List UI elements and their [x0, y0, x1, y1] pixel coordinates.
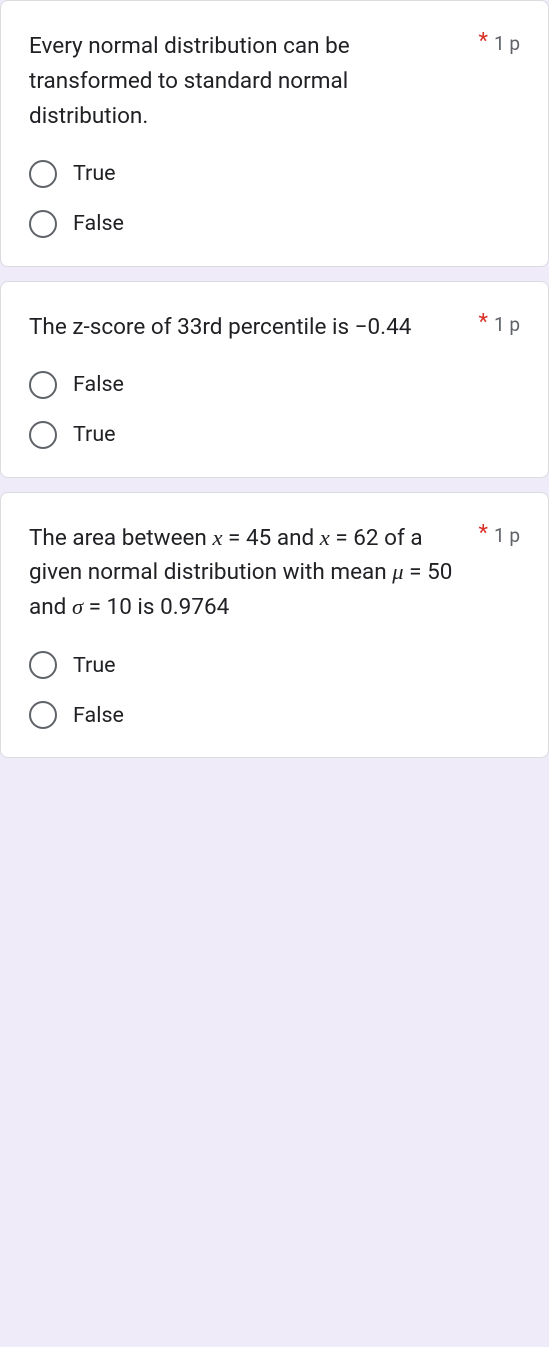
math-var: x	[320, 525, 330, 550]
options-group: False True	[29, 371, 520, 449]
points-label: 1 p	[494, 521, 520, 551]
points-label: 1 p	[494, 29, 520, 59]
radio-option-false[interactable]: False	[29, 701, 520, 729]
question-text: Every normal distribution can be transfo…	[29, 29, 472, 134]
option-label: False	[73, 211, 124, 236]
option-label: False	[73, 703, 124, 728]
radio-option-true[interactable]: True	[29, 651, 520, 679]
options-group: True False	[29, 651, 520, 729]
radio-option-false[interactable]: False	[29, 371, 520, 399]
math-var: μ	[392, 559, 403, 584]
question-card: The z-score of 33rd percentile is −0.44 …	[0, 281, 549, 478]
radio-icon	[29, 421, 57, 449]
math-var: x	[212, 525, 222, 550]
question-text: The z-score of 33rd percentile is −0.44	[29, 310, 472, 345]
question-card: The area between x = 45 and x = 62 of a …	[0, 492, 549, 759]
question-header: Every normal distribution can be transfo…	[29, 29, 520, 134]
question-card: Every normal distribution can be transfo…	[0, 0, 549, 267]
radio-option-true[interactable]: True	[29, 421, 520, 449]
option-label: False	[73, 372, 124, 397]
radio-icon	[29, 701, 57, 729]
math-var: σ	[72, 594, 83, 619]
radio-icon	[29, 651, 57, 679]
radio-option-true[interactable]: True	[29, 160, 520, 188]
radio-icon	[29, 210, 57, 238]
required-marker: *	[478, 310, 487, 335]
points-label: 1 p	[494, 310, 520, 340]
option-label: True	[73, 422, 116, 447]
question-header: The z-score of 33rd percentile is −0.44 …	[29, 310, 520, 345]
option-label: True	[73, 653, 116, 678]
radio-icon	[29, 371, 57, 399]
option-label: True	[73, 161, 116, 186]
radio-option-false[interactable]: False	[29, 210, 520, 238]
qtext-part: = 45 and	[222, 525, 319, 551]
required-marker: *	[478, 521, 487, 546]
question-header: The area between x = 45 and x = 62 of a …	[29, 521, 520, 626]
options-group: True False	[29, 160, 520, 238]
question-text: The area between x = 45 and x = 62 of a …	[29, 521, 472, 626]
qtext-part: The area between	[29, 525, 212, 551]
qtext-part: = 10 is 0.9764	[83, 594, 229, 620]
radio-icon	[29, 160, 57, 188]
required-marker: *	[478, 29, 487, 54]
